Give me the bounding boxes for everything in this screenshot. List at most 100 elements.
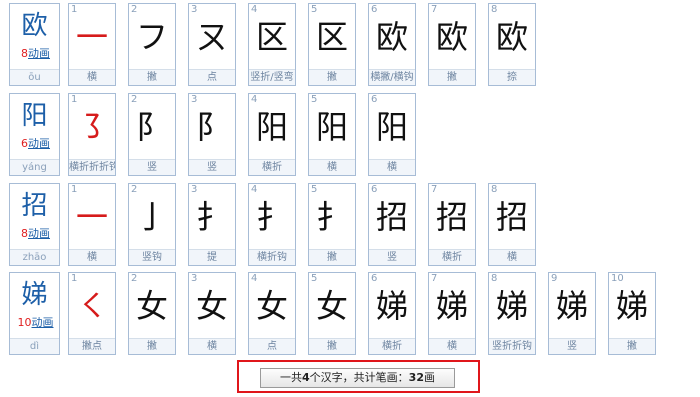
stroke-name: 点 <box>249 338 295 354</box>
stroke-glyph: 娣 <box>555 287 588 325</box>
stroke-name: 横 <box>69 249 115 265</box>
stroke-number: 5 <box>311 273 318 284</box>
stroke-glyph: 区 <box>315 18 348 56</box>
stroke-cell: 2 阝竖 <box>128 93 176 176</box>
stroke-name: 撇 <box>309 69 355 85</box>
stroke-glyph: 娣 <box>615 287 648 325</box>
stroke-number: 6 <box>371 4 378 15</box>
stroke-number: 2 <box>131 273 138 284</box>
stroke-glyph: 亅 <box>135 198 168 236</box>
stroke-cell: 6 招竖 <box>368 183 416 266</box>
stroke-glyph: ㄡ <box>195 18 228 56</box>
summary-suffix: 画 <box>423 371 435 384</box>
stroke-cell: 7 欧撇 <box>428 3 476 86</box>
stroke-number: 6 <box>371 94 378 105</box>
stroke-count: 8 <box>21 227 28 240</box>
stroke-name: 竖钩 <box>129 249 175 265</box>
stroke-glyph: 扌 <box>195 198 228 236</box>
pinyin-label: ōu <box>10 69 59 85</box>
summary-highlight-box: 一共4个汉字，共计笔画：32画 <box>237 360 480 393</box>
stroke-cell: 7 娣横 <box>428 272 476 355</box>
stroke-count: 8 <box>21 47 28 60</box>
stroke-cell: 5 女撇 <box>308 272 356 355</box>
stroke-name: 竖 <box>189 159 235 175</box>
stroke-number: 5 <box>311 94 318 105</box>
stroke-count-line: 10动画 <box>12 316 59 329</box>
summary-button[interactable]: 一共4个汉字，共计笔画：32画 <box>260 368 455 388</box>
stroke-name: 横折钩 <box>249 249 295 265</box>
stroke-name: 撇 <box>429 69 475 85</box>
stroke-name: 竖折/竖弯 <box>249 69 295 85</box>
stroke-glyph: 一 <box>75 18 108 56</box>
stroke-number: 3 <box>191 273 198 284</box>
stroke-cell: 6 娣横折 <box>368 272 416 355</box>
stroke-name: 点 <box>189 69 235 85</box>
stroke-name: 竖 <box>129 159 175 175</box>
stroke-number: 8 <box>491 184 498 195</box>
stroke-cell: 5 扌撇 <box>308 183 356 266</box>
animation-link[interactable]: 动画 <box>32 316 54 329</box>
summary-char-count: 4 <box>302 371 310 384</box>
stroke-cell: 2 フ撇 <box>128 3 176 86</box>
stroke-glyph: 女 <box>255 287 288 325</box>
stroke-name: 竖 <box>369 249 415 265</box>
stroke-glyph: 女 <box>195 287 228 325</box>
stroke-cell: 5 区撇 <box>308 3 356 86</box>
summary-prefix: 一共 <box>280 371 303 384</box>
stroke-glyph: 招 <box>495 198 528 236</box>
stroke-glyph: 阳 <box>315 108 348 146</box>
stroke-number: 8 <box>491 4 498 15</box>
character-header: 欧 8动画 ōu <box>9 3 60 86</box>
stroke-cell: 8 招横 <box>488 183 536 266</box>
stroke-cell: 1 ㇌横折折折钩 <box>68 93 116 176</box>
stroke-glyph: 阝 <box>135 108 168 146</box>
stroke-name: 横折 <box>249 159 295 175</box>
stroke-count: 10 <box>17 316 32 329</box>
stroke-number: 10 <box>611 273 624 284</box>
animation-link[interactable]: 动画 <box>28 47 50 60</box>
stroke-glyph: 扌 <box>315 198 348 236</box>
stroke-count-line: 8动画 <box>12 47 59 60</box>
stroke-number: 4 <box>251 184 258 195</box>
stroke-name: 横 <box>429 338 475 354</box>
stroke-glyph: ㇌ <box>75 108 108 146</box>
character-header: 娣 10动画 dì <box>9 272 60 355</box>
stroke-cell: 6 阳横 <box>368 93 416 176</box>
stroke-glyph: 阳 <box>255 108 288 146</box>
stroke-number: 9 <box>551 273 558 284</box>
stroke-cell: 1 一横 <box>68 3 116 86</box>
stroke-glyph: フ <box>135 18 168 56</box>
stroke-name: 横 <box>489 249 535 265</box>
stroke-number: 7 <box>431 273 438 284</box>
stroke-number: 6 <box>371 184 378 195</box>
stroke-cell: 4 阳横折 <box>248 93 296 176</box>
stroke-cell: 2 女撇 <box>128 272 176 355</box>
stroke-cell: 2 亅竖钩 <box>128 183 176 266</box>
stroke-cell: 9 娣竖 <box>548 272 596 355</box>
stroke-cell: 1 ㇛撇点 <box>68 272 116 355</box>
stroke-name: 撇 <box>129 338 175 354</box>
stroke-number: 5 <box>311 184 318 195</box>
stroke-number: 4 <box>251 94 258 105</box>
stroke-glyph: 娣 <box>495 287 528 325</box>
character-glyph: 娣 <box>21 280 48 310</box>
stroke-glyph: 阝 <box>195 108 228 146</box>
pinyin-label: zhāo <box>10 249 59 265</box>
stroke-number: 1 <box>71 184 78 195</box>
stroke-cell: 4 扌横折钩 <box>248 183 296 266</box>
animation-link[interactable]: 动画 <box>28 227 50 240</box>
stroke-number: 1 <box>71 94 78 105</box>
stroke-number: 2 <box>131 184 138 195</box>
stroke-number: 6 <box>371 273 378 284</box>
summary-stroke-count: 32 <box>408 371 424 384</box>
stroke-glyph: 扌 <box>255 198 288 236</box>
stroke-name: 横 <box>309 159 355 175</box>
stroke-glyph: 招 <box>435 198 468 236</box>
stroke-name: 横折折折钩 <box>69 159 115 175</box>
summary-mid: 个汉字，共计笔画： <box>309 371 409 384</box>
stroke-name: 捺 <box>489 69 535 85</box>
animation-link[interactable]: 动画 <box>28 137 50 150</box>
stroke-name: 撇点 <box>69 338 115 354</box>
stroke-name: 横撇/横钩 <box>369 69 415 85</box>
stroke-glyph: 区 <box>255 18 288 56</box>
